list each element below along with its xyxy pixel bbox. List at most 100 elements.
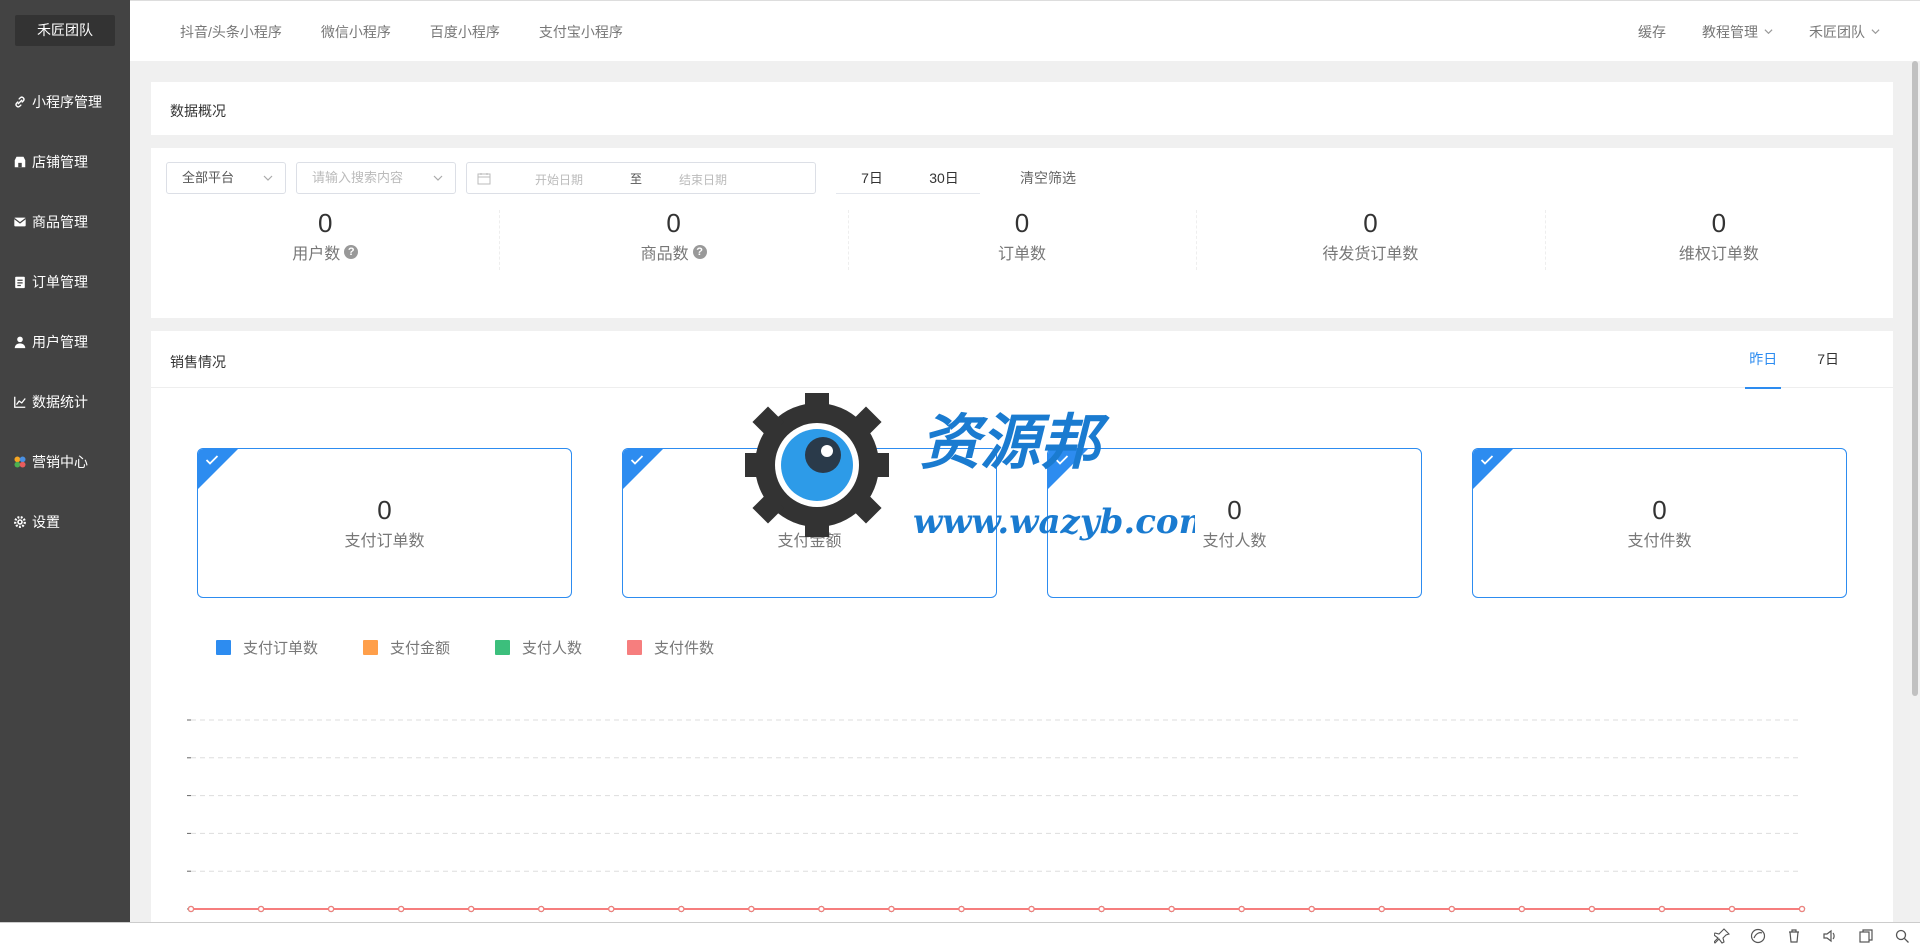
- stat-label: 订单数: [998, 246, 1047, 263]
- tab-wechat[interactable]: 微信小程序: [321, 22, 391, 42]
- window-icon[interactable]: [1858, 928, 1874, 944]
- page-scrollbar[interactable]: [1910, 61, 1920, 922]
- sales-range-tabs: 昨日 7日: [1713, 331, 1843, 389]
- tab-yesterday[interactable]: 昨日: [1745, 331, 1782, 389]
- series-point: [257, 905, 265, 913]
- trash-icon[interactable]: [1786, 928, 1802, 944]
- series-point: [748, 905, 755, 913]
- series-point: [678, 905, 685, 913]
- stat-value: 0: [1014, 208, 1030, 238]
- legend-swatch: [495, 639, 511, 655]
- stats-row: 0 用户数? 0 商品数? 0 订单数 0 待发货订单数 0 维权订单数: [151, 208, 1893, 270]
- chevron-down-icon: [433, 175, 443, 181]
- sidebar-item-label: 设置: [32, 514, 60, 530]
- watermark-logo: 资源邦 www.wazyb.com: [745, 393, 1195, 542]
- sidebar-item-label: 用户管理: [32, 334, 88, 350]
- legend-item-paid-orders[interactable]: 支付订单数: [216, 637, 318, 658]
- sidebar-item-settings[interactable]: 设置: [0, 492, 130, 552]
- watermark-gear-icon: [745, 393, 889, 537]
- sidebar-item-label: 营销中心: [32, 454, 88, 470]
- search-placeholder: 请输入搜索内容: [312, 170, 404, 185]
- stats-card: 全部平台 请输入搜索内容 开始日期 至 结束日期 7日 30日 清空筛选 0 用…: [151, 148, 1893, 318]
- gear-icon: [12, 514, 28, 530]
- marketing-icon: [12, 454, 28, 470]
- stat-orders: 0 订单数: [847, 208, 1196, 270]
- legend-label: 支付金额: [390, 639, 451, 657]
- sales-line-chart: [187, 719, 1806, 913]
- series-point: [1238, 905, 1245, 913]
- series-point: [1098, 905, 1105, 913]
- end-date-input[interactable]: 结束日期: [679, 171, 727, 188]
- stat-label: 用户数: [292, 246, 341, 263]
- legend-swatch: [363, 639, 379, 655]
- sidebar-item-shop[interactable]: 店铺管理: [0, 132, 130, 192]
- date-range-picker[interactable]: 开始日期 至 结束日期: [466, 162, 816, 194]
- series-point: [888, 905, 895, 913]
- series-point: [1168, 905, 1175, 913]
- user-icon: [12, 334, 28, 350]
- brand-logo[interactable]: 禾匠团队: [15, 15, 115, 46]
- legend-label: 支付件数: [654, 639, 715, 657]
- tab-7-days[interactable]: 7日: [1813, 331, 1843, 388]
- series-point: [1588, 905, 1595, 913]
- help-icon[interactable]: ?: [692, 245, 707, 259]
- cache-link[interactable]: 缓存: [1638, 22, 1666, 42]
- metric-card-paid-items[interactable]: 0 支付件数: [1472, 448, 1847, 598]
- pin-icon[interactable]: [1714, 928, 1730, 944]
- quick-7-days[interactable]: 7日: [836, 168, 908, 188]
- clipboard-icon: [12, 274, 28, 290]
- browser-icon[interactable]: [1750, 928, 1766, 944]
- metric-value: 0: [377, 495, 392, 525]
- tab-alipay[interactable]: 支付宝小程序: [539, 22, 623, 42]
- platform-select[interactable]: 全部平台: [166, 162, 286, 194]
- stat-refund-orders: 0 维权订单数: [1544, 208, 1893, 270]
- series-point: [327, 905, 335, 913]
- search-select[interactable]: 请输入搜索内容: [296, 162, 456, 194]
- series-point: [468, 905, 475, 913]
- metric-label: 支付订单数: [344, 533, 425, 550]
- sidebar: 禾匠团队 小程序管理 店铺管理 商品管理 订单管理 用户管理 数据统计 营销中心: [0, 0, 130, 922]
- stat-value: 0: [317, 208, 333, 238]
- search-icon[interactable]: [1894, 928, 1910, 944]
- legend-swatch: [627, 639, 643, 655]
- sidebar-item-goods[interactable]: 商品管理: [0, 192, 130, 252]
- tab-douyin[interactable]: 抖音/头条小程序: [180, 22, 282, 42]
- filter-bar: 全部平台 请输入搜索内容 开始日期 至 结束日期 7日 30日 清空筛选: [166, 162, 1076, 194]
- legend-label: 支付订单数: [243, 639, 319, 657]
- sidebar-item-marketing[interactable]: 营销中心: [0, 432, 130, 492]
- quick-30-days[interactable]: 30日: [908, 168, 980, 188]
- sidebar-item-statistics[interactable]: 数据统计: [0, 372, 130, 432]
- envelope-icon: [12, 214, 28, 230]
- team-dropdown[interactable]: 禾匠团队: [1809, 22, 1880, 42]
- cache-label: 缓存: [1638, 23, 1666, 40]
- chevron-down-icon: [263, 175, 273, 181]
- stat-label-wrap: 用户数?: [292, 240, 359, 264]
- tutorial-dropdown[interactable]: 教程管理: [1702, 22, 1773, 42]
- stat-label-wrap: 商品数?: [641, 240, 707, 264]
- platform-tabs: 抖音/头条小程序 微信小程序 百度小程序 支付宝小程序: [180, 1, 662, 62]
- sidebar-item-order[interactable]: 订单管理: [0, 252, 130, 312]
- sidebar-item-user[interactable]: 用户管理: [0, 312, 130, 372]
- legend-item-paid-users[interactable]: 支付人数: [495, 637, 582, 658]
- help-icon[interactable]: ?: [344, 245, 359, 259]
- legend-label: 支付人数: [522, 639, 583, 657]
- legend-item-paid-items[interactable]: 支付件数: [627, 637, 714, 658]
- overview-title: 数据概况: [170, 103, 226, 119]
- calendar-icon: [477, 173, 491, 185]
- scrollbar-thumb[interactable]: [1912, 61, 1918, 696]
- series-point: [958, 905, 965, 913]
- clear-filter-button[interactable]: 清空筛选: [1020, 168, 1076, 188]
- team-label: 禾匠团队: [1809, 23, 1865, 40]
- bottom-toolbar: [0, 922, 1920, 948]
- start-date-input[interactable]: 开始日期: [535, 171, 583, 188]
- watermark-title: 资源邦: [920, 408, 1110, 478]
- tab-baidu[interactable]: 百度小程序: [430, 22, 500, 42]
- sidebar-item-label: 商品管理: [32, 214, 88, 230]
- series-point: [187, 905, 195, 913]
- metric-card-paid-orders[interactable]: 0 支付订单数: [197, 448, 572, 598]
- series-point: [818, 905, 825, 913]
- series-point: [608, 905, 615, 913]
- sidebar-item-miniprogram[interactable]: 小程序管理: [0, 72, 130, 132]
- speaker-icon[interactable]: [1822, 928, 1838, 944]
- legend-item-paid-amount[interactable]: 支付金额: [363, 637, 450, 658]
